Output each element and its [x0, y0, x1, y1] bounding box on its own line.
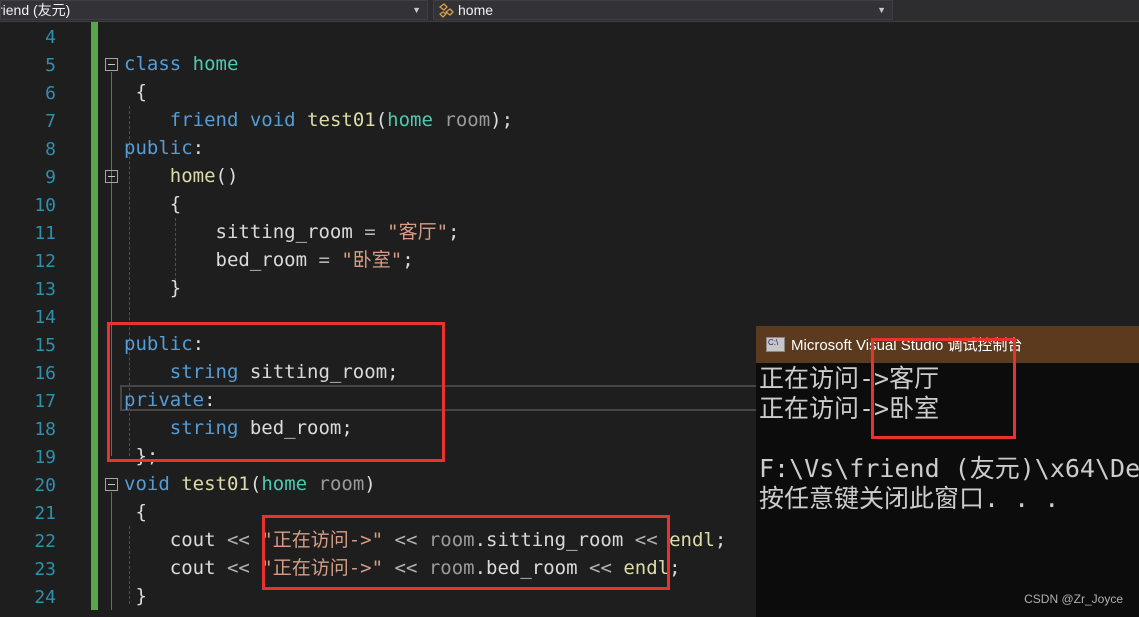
punct: (	[249, 473, 262, 495]
line-number: 5	[45, 55, 56, 76]
identifier: cout	[169, 529, 216, 551]
line-number: 14	[34, 307, 56, 328]
keyword: friend	[169, 109, 239, 131]
brace: }	[169, 277, 182, 299]
line-number: 12	[34, 251, 56, 272]
line-number: 23	[34, 559, 56, 580]
line-number: 7	[45, 111, 56, 132]
code-line: }	[124, 274, 181, 302]
collapse-icon[interactable]	[105, 478, 118, 491]
collapse-icon[interactable]	[105, 170, 118, 183]
member: bed_room	[215, 249, 308, 271]
line-number: 24	[34, 587, 56, 608]
code-line: {	[124, 190, 181, 218]
class-name: home	[261, 473, 308, 495]
line-number: 4	[45, 27, 56, 48]
function-name: endl	[669, 529, 715, 551]
line-number: 20	[34, 475, 56, 496]
keyword: void	[249, 109, 296, 131]
class-name: home	[192, 53, 239, 75]
line-number: 11	[34, 223, 56, 244]
line-number: 8	[45, 139, 56, 160]
punct: ;	[402, 249, 414, 271]
operator: =	[307, 249, 342, 271]
punct: ;	[714, 529, 727, 551]
navigation-bar: riend (友元) ▼ home ▼	[0, 0, 1139, 22]
line-number: 17	[34, 391, 56, 412]
brace: }	[135, 585, 147, 607]
punct: )	[364, 473, 376, 495]
watermark: CSDN @Zr_Joyce	[1024, 592, 1123, 606]
line-number: 21	[34, 503, 56, 524]
code-line: {	[124, 498, 147, 526]
member-dropdown-value: home	[458, 2, 494, 18]
class-icon	[438, 3, 454, 18]
string-literal: "卧室"	[341, 249, 403, 271]
parameter: room	[444, 109, 491, 131]
highlight-box-cout	[262, 515, 670, 590]
line-number: 13	[34, 279, 56, 300]
code-line: sitting_room = "客厅";	[124, 218, 460, 246]
highlight-box-console	[871, 338, 1016, 439]
class-name: home	[387, 109, 433, 131]
code-line: bed_room = "卧室";	[124, 246, 414, 274]
function-name: test01	[181, 473, 250, 495]
fold-line	[111, 492, 112, 610]
punct: ;	[669, 557, 681, 579]
change-tracking-bar	[91, 22, 98, 610]
console-output-line: F:\Vs\friend (友元)\x64\De	[759, 454, 1139, 483]
line-number: 19	[34, 447, 56, 468]
string-literal: "客厅"	[387, 221, 449, 243]
collapse-icon[interactable]	[105, 58, 118, 71]
keyword: public	[124, 137, 193, 159]
operator: <<	[215, 529, 262, 551]
member: sitting_room	[215, 221, 353, 243]
punct: ;	[448, 221, 460, 243]
line-number: 9	[45, 167, 56, 188]
chevron-down-icon: ▼	[412, 5, 421, 15]
function-name: home	[169, 165, 216, 187]
code-line: home()	[124, 162, 239, 190]
keyword: void	[124, 473, 170, 495]
operator: <<	[215, 557, 262, 579]
line-number: 6	[45, 83, 56, 104]
code-line: public:	[124, 134, 204, 162]
operator: =	[352, 221, 388, 243]
brace: {	[135, 501, 147, 523]
punct: (	[375, 109, 388, 131]
brace: {	[135, 81, 147, 103]
code-line: {	[124, 78, 147, 106]
scope-dropdown-value: riend (友元)	[0, 2, 71, 18]
line-number: 18	[34, 419, 56, 440]
code-line: friend void test01(home room);	[124, 106, 513, 134]
console-icon	[766, 337, 785, 352]
brace: {	[169, 193, 182, 215]
line-number: 15	[34, 335, 56, 356]
code-line: void test01(home room)	[124, 470, 376, 498]
code-line: class home	[124, 50, 238, 78]
function-name: test01	[307, 109, 376, 131]
punct: );	[490, 109, 514, 131]
line-number: 16	[34, 363, 56, 384]
parameter: room	[318, 473, 365, 495]
identifier: cout	[169, 557, 216, 579]
keyword: class	[124, 53, 182, 75]
punct: :	[192, 137, 205, 159]
chevron-down-icon: ▼	[877, 5, 886, 15]
line-number: 10	[34, 195, 56, 216]
line-number: 22	[34, 531, 56, 552]
punct: ()	[215, 165, 239, 187]
member-dropdown[interactable]: home ▼	[433, 0, 893, 20]
highlight-box-members	[107, 322, 445, 462]
code-line: }	[124, 582, 147, 610]
console-output-line: 按任意键关闭此窗口. . .	[759, 484, 1060, 513]
scope-dropdown[interactable]: riend (友元) ▼	[0, 0, 428, 20]
